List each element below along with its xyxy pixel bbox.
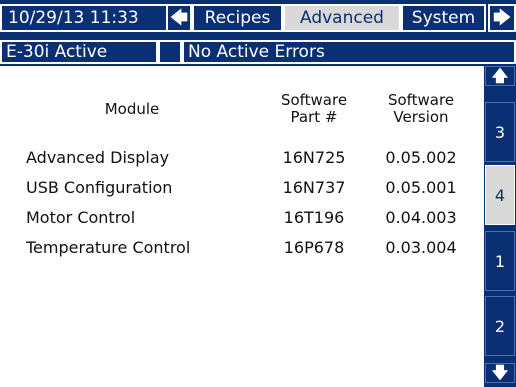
table-row: Advanced Display 16N725 0.05.002 xyxy=(0,143,484,173)
version-column-header: Software Version xyxy=(366,92,476,126)
version-header-line1: Software xyxy=(387,91,455,109)
page-sidebar: 🡅 3 4 1 2 🡇 xyxy=(484,66,516,387)
software-version-panel: Module Software Part # Software Version … xyxy=(0,66,484,387)
tab-system[interactable]: System xyxy=(401,4,486,32)
software-version: 0.05.002 xyxy=(385,148,457,167)
module-name: Motor Control xyxy=(26,208,136,227)
software-version: 0.04.003 xyxy=(385,208,457,227)
module-column-header: Module xyxy=(104,100,160,118)
software-version: 0.05.001 xyxy=(385,178,457,197)
part-header-line2: Part # xyxy=(290,108,338,126)
page-2-button[interactable]: 2 xyxy=(485,296,515,356)
scroll-up-arrow-icon[interactable]: 🡅 xyxy=(485,66,515,86)
tab-advanced[interactable]: Advanced xyxy=(283,4,401,32)
software-version: 0.03.004 xyxy=(385,238,457,257)
scroll-down-arrow-icon[interactable]: 🡇 xyxy=(485,363,515,383)
machine-status: E-30i Active xyxy=(0,40,158,64)
previous-screen-arrow-icon[interactable]: 🡄 xyxy=(166,4,192,32)
error-status: No Active Errors xyxy=(182,40,516,64)
page-3-button[interactable]: 3 xyxy=(485,102,515,162)
page-4-button[interactable]: 4 xyxy=(485,165,515,225)
next-screen-arrow-icon[interactable]: 🡆 xyxy=(488,4,516,32)
part-number: 16T196 xyxy=(283,208,345,227)
table-row: Temperature Control 16P678 0.03.004 xyxy=(0,233,484,263)
part-number: 16N725 xyxy=(282,148,346,167)
module-name: Advanced Display xyxy=(26,148,170,167)
page-1-button[interactable]: 1 xyxy=(485,231,515,291)
part-number-column-header: Software Part # xyxy=(262,92,366,126)
status-divider xyxy=(158,40,182,64)
status-bar: E-30i Active No Active Errors xyxy=(0,36,516,65)
module-name: Temperature Control xyxy=(26,238,191,257)
table-row: USB Configuration 16N737 0.05.001 xyxy=(0,173,484,203)
part-header-line1: Software xyxy=(280,91,348,109)
version-header-line2: Version xyxy=(393,108,449,126)
table-row: Motor Control 16T196 0.04.003 xyxy=(0,203,484,233)
datetime-display: 10/29/13 11:33 xyxy=(0,4,168,32)
tab-recipes[interactable]: Recipes xyxy=(192,4,283,32)
part-number: 16N737 xyxy=(282,178,346,197)
top-bar: 10/29/13 11:33 🡄 Recipes Advanced System… xyxy=(0,0,516,33)
part-number: 16P678 xyxy=(283,238,345,257)
module-name: USB Configuration xyxy=(26,178,173,197)
